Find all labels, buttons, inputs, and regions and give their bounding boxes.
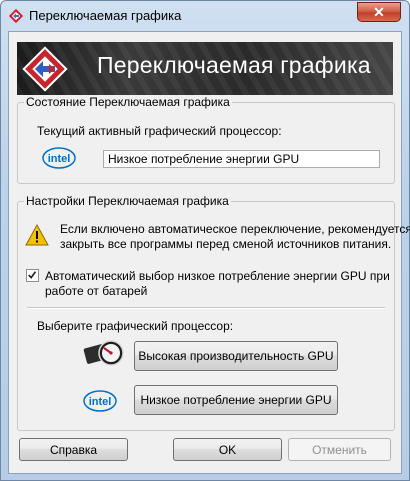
dialog-client-area: Переключаемая графика Состояние Переключ… xyxy=(8,31,410,474)
close-icon: ✕ xyxy=(373,4,385,20)
low-power-gpu-button[interactable]: Низкое потребление энергии GPU xyxy=(134,385,338,415)
current-gpu-label: Текущий активный графический процессор: xyxy=(37,124,282,138)
choose-gpu-label: Выберите графический процессор: xyxy=(37,319,234,333)
intel-logo-text: intel xyxy=(48,153,71,165)
cancel-button[interactable]: Отменить xyxy=(288,438,391,461)
banner-title: Переключаемая графика xyxy=(97,52,371,78)
checkmark-icon xyxy=(28,271,37,279)
settings-group-legend: Настройки Переключаемая графика xyxy=(24,194,231,208)
dialog-window: Переключаемая графика ✕ Переключаемая гр… xyxy=(0,0,410,481)
warning-text-line2: закрыть все программы перед сменой источ… xyxy=(60,237,392,251)
warning-icon xyxy=(25,224,49,246)
status-group: Состояние Переключаемая графика xyxy=(17,95,395,184)
current-gpu-field: Низкое потребление энергии GPU xyxy=(103,150,380,168)
settings-divider xyxy=(27,307,385,309)
switchable-graphics-app-icon xyxy=(8,8,24,24)
title-bar[interactable]: Переключаемая графика ✕ xyxy=(1,1,409,31)
intel-logo-icon: intel xyxy=(42,147,76,169)
close-button[interactable]: ✕ xyxy=(357,2,401,22)
warning-text-line1: Если включено автоматическое переключени… xyxy=(60,222,410,236)
high-performance-gpu-button[interactable]: Высокая производительность GPU xyxy=(134,341,338,371)
intel-logo-text-low-power: intel xyxy=(89,396,112,408)
auto-switch-label-line2[interactable]: работе от батарей xyxy=(45,284,147,298)
high-performance-gpu-icon xyxy=(83,340,124,366)
help-button[interactable]: Справка xyxy=(19,438,128,461)
header-banner: Переключаемая графика xyxy=(17,42,393,95)
status-group-legend: Состояние Переключаемая графика xyxy=(24,95,232,109)
switchable-graphics-logo-icon xyxy=(22,46,68,92)
auto-switch-label-line1[interactable]: Автоматический выбор низкое потребление … xyxy=(45,269,390,283)
auto-switch-checkbox[interactable] xyxy=(26,269,39,282)
intel-logo-icon-low-power: intel xyxy=(83,390,117,412)
ok-button[interactable]: OK xyxy=(173,438,282,461)
window-title: Переключаемая графика xyxy=(29,8,182,23)
